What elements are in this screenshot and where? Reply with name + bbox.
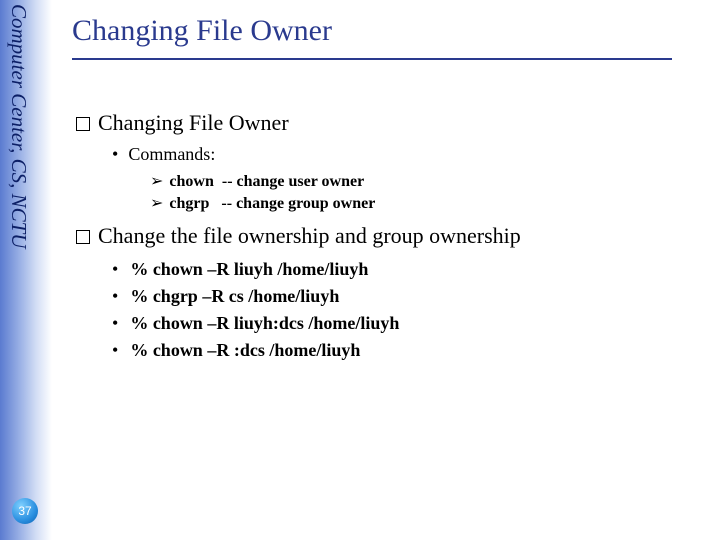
section-heading-2: Change the file ownership and group owne…	[76, 223, 700, 249]
title-area: Changing File Owner	[72, 14, 700, 60]
example-3-text: % chown –R :dcs /home/liuyh	[130, 340, 360, 360]
section-heading-1: Changing File Owner	[76, 110, 700, 136]
bullet-dot-icon: •	[112, 340, 118, 360]
section-heading-1-text: Changing File Owner	[98, 110, 289, 135]
sub-label-text: Commands:	[128, 144, 215, 164]
bullet-dot-icon: •	[112, 313, 118, 333]
arrow-bullet-icon: ➢	[150, 173, 163, 190]
square-bullet-icon	[76, 230, 90, 244]
sidebar-org: Computer Center, CS, NCTU	[6, 4, 46, 324]
cmd-name-1: chgrp	[169, 195, 209, 212]
bullet-dot-icon: •	[112, 286, 118, 306]
example-0: • % chown –R liuyh /home/liuyh	[112, 259, 700, 280]
cmd-item-0: ➢ chown -- change user owner	[150, 171, 700, 191]
sidebar-org-text: Computer Center, CS, NCTU	[6, 4, 31, 248]
example-1-text: % chgrp –R cs /home/liuyh	[130, 286, 339, 306]
cmd-sep-0: --	[222, 173, 237, 190]
page-number: 37	[18, 504, 31, 518]
example-2: • % chown –R liuyh:dcs /home/liuyh	[112, 313, 700, 334]
cmd-name-0: chown	[169, 173, 213, 190]
example-2-text: % chown –R liuyh:dcs /home/liuyh	[130, 313, 399, 333]
bullet-dot-icon: •	[112, 144, 118, 164]
content: Changing File Owner • Commands: ➢ chown --…	[76, 110, 700, 367]
sidebar-gradient: Computer Center, CS, NCTU	[0, 0, 52, 540]
example-3: • % chown –R :dcs /home/liuyh	[112, 340, 700, 361]
example-0-text: % chown –R liuyh /home/liuyh	[130, 259, 368, 279]
example-1: • % chgrp –R cs /home/liuyh	[112, 286, 700, 307]
section-heading-2-text: Change the file ownership and group owne…	[98, 223, 521, 248]
sub-label: • Commands:	[112, 144, 700, 165]
cmd-desc-1: change group owner	[236, 195, 375, 212]
square-bullet-icon	[76, 117, 90, 131]
page-title: Changing File Owner	[72, 14, 700, 48]
cmd-sep-1: --	[221, 195, 236, 212]
page-number-badge: 37	[12, 498, 38, 524]
cmd-item-1: ➢ chgrp -- change group owner	[150, 193, 700, 213]
cmd-desc-0: change user owner	[237, 173, 365, 190]
bullet-dot-icon: •	[112, 259, 118, 279]
arrow-bullet-icon: ➢	[150, 195, 163, 212]
title-rule	[72, 58, 672, 60]
